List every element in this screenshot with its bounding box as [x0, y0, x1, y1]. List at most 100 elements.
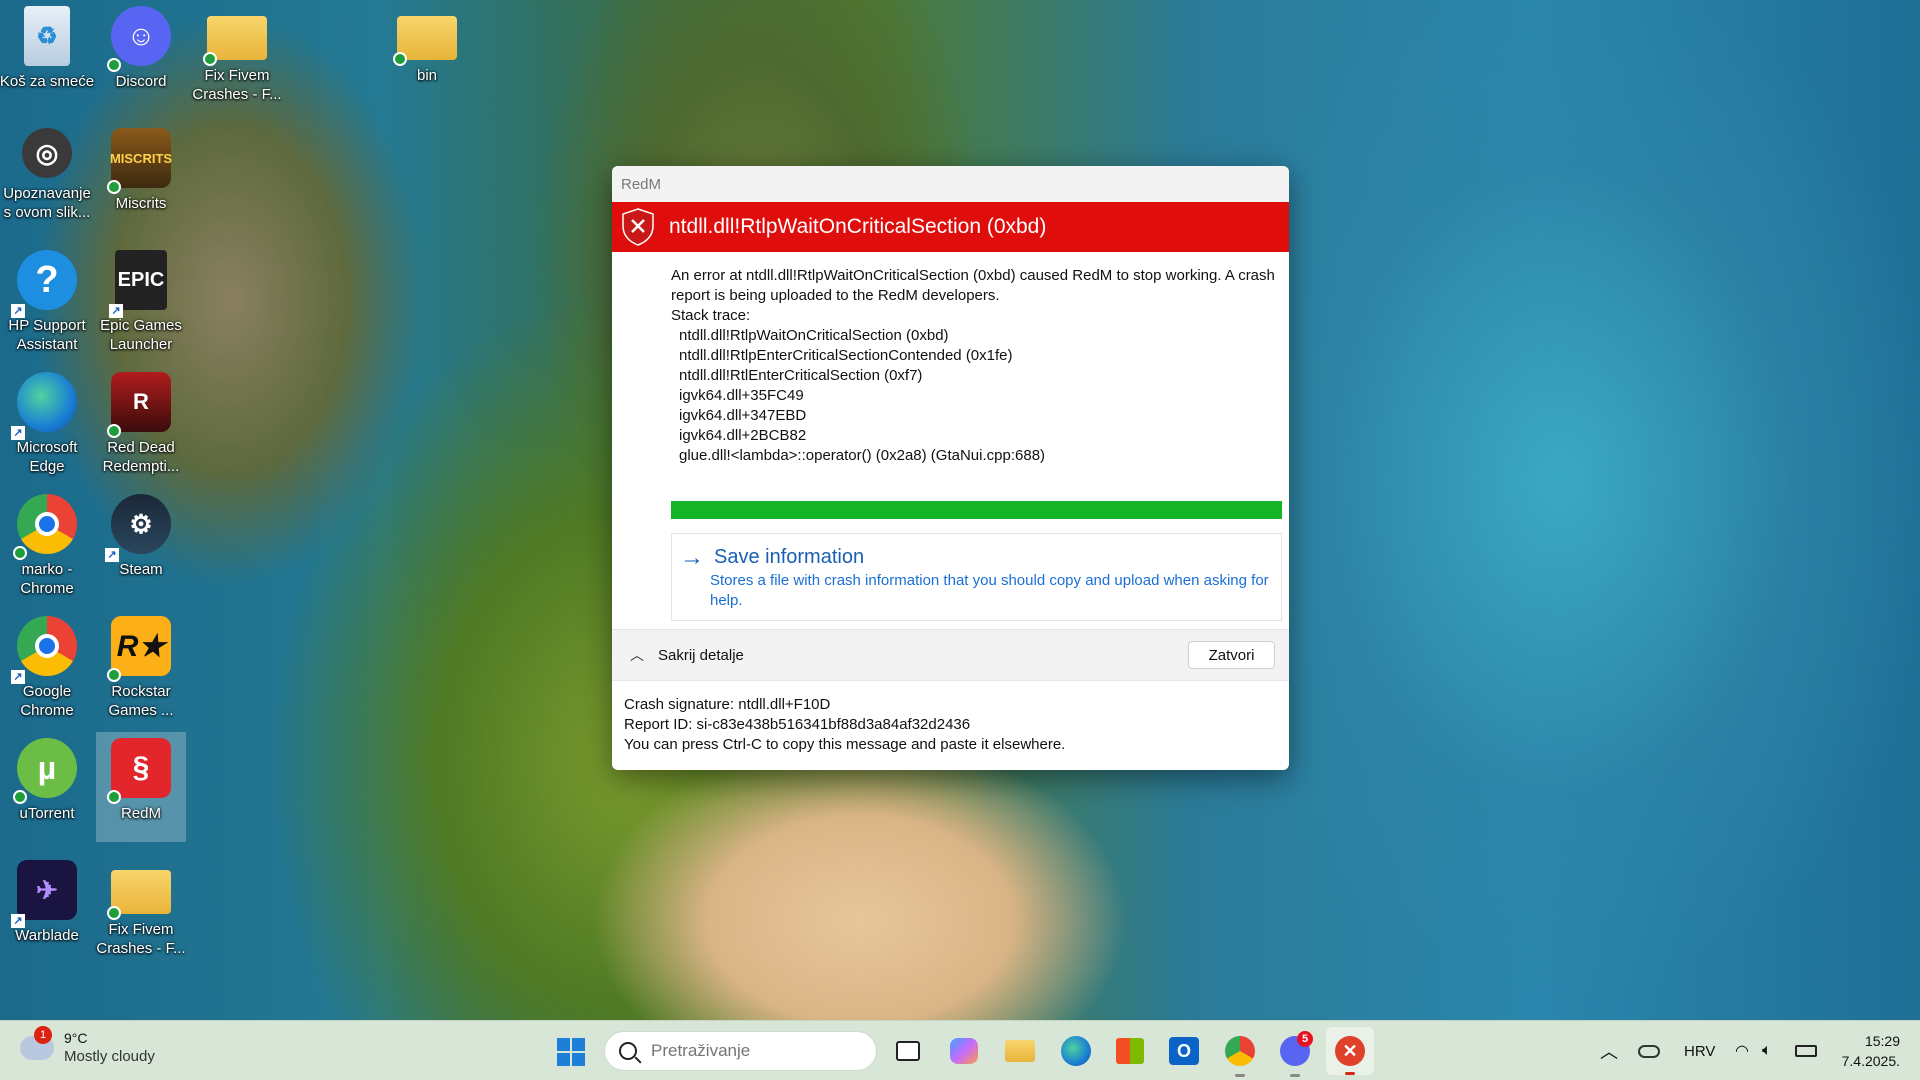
desktop-icon-label: Miscrits	[115, 195, 167, 212]
desktop-icon-label: Warblade	[15, 927, 79, 944]
redm-taskbar-button[interactable]: ✕	[1326, 1027, 1374, 1075]
start-button[interactable]	[557, 1038, 585, 1066]
redm-icon: ✕	[1335, 1036, 1365, 1066]
taskbar: 1 9°C Mostly cloudy O 5 ✕	[0, 1020, 1920, 1080]
desktop-icon-hp-support[interactable]: ? ↗ HP Support Assistant	[2, 244, 92, 354]
chrome-icon: ↗	[11, 616, 77, 684]
save-information-button[interactable]: → Save information Stores a file with cr…	[671, 533, 1282, 621]
desktop-icon-rockstar[interactable]: R★ Rockstar Games ...	[96, 610, 186, 720]
notification-badge: 5	[1297, 1031, 1313, 1047]
desktop-icon-bin[interactable]: bin	[382, 0, 472, 110]
task-view-icon	[896, 1041, 920, 1061]
save-desc-line: Stores a file with crash information tha…	[710, 572, 1269, 589]
recycle-bin-icon: ♻	[24, 6, 70, 66]
warblade-icon: ✈ ↗	[11, 860, 77, 928]
dialog-heading: ntdll.dll!RtlpWaitOnCriticalSection (0xb…	[669, 215, 1047, 238]
desktop-icon-photos-intro[interactable]: ◎ Upoznavanje s ovom slik...	[2, 122, 92, 232]
stack-frame: ntdll.dll!RtlpWaitOnCriticalSection (0xb…	[679, 327, 949, 344]
desktop-icon-label: Fix Fivem Crashes - F...	[96, 921, 186, 957]
taskbar-clock[interactable]: 15:29 7.4.2025.	[1842, 1031, 1900, 1071]
stack-trace: ntdll.dll!RtlpWaitOnCriticalSection (0xb…	[671, 326, 1279, 466]
desktop-icon-redm[interactable]: § RedM	[96, 732, 186, 842]
search-icon	[619, 1042, 637, 1060]
close-button[interactable]: Zatvori	[1188, 641, 1275, 669]
desktop-icon-label: Red Dead Redempti...	[102, 439, 180, 475]
stack-frame: igvk64.dll+347EBD	[679, 407, 807, 424]
desktop-icon-label: Epic Games Launcher	[100, 317, 182, 353]
desktop-icon-label: RedM	[120, 805, 161, 822]
weather-widget[interactable]: 1 9°C Mostly cloudy	[20, 1025, 155, 1066]
arrow-right-icon: →	[680, 543, 704, 571]
dialog-titlebar[interactable]: RedM	[612, 166, 1289, 202]
clock-date: 7.4.2025.	[1841, 1053, 1900, 1069]
desktop-icon-warblade[interactable]: ✈ ↗ Warblade	[2, 854, 92, 964]
windows-logo-pane	[557, 1053, 570, 1066]
desktop-icon-label: Rockstar Games ...	[108, 683, 174, 719]
chevron-up-icon: ︿	[1600, 1042, 1618, 1062]
desktop-icon-utorrent[interactable]: µ uTorrent	[2, 732, 92, 842]
desktop-icon-label: Microsoft Edge	[16, 439, 78, 475]
stack-frame: ntdll.dll!RtlEnterCriticalSection (0xf7)	[679, 367, 923, 384]
dialog-header: ntdll.dll!RtlpWaitOnCriticalSection (0xb…	[612, 202, 1289, 252]
store-button[interactable]	[1110, 1031, 1150, 1071]
running-indicator	[1345, 1072, 1355, 1075]
copilot-button[interactable]	[944, 1031, 984, 1071]
help-icon: ? ↗	[11, 250, 77, 318]
desktop-icon-label: Discord	[115, 73, 167, 90]
shield-error-icon	[622, 208, 654, 246]
stack-frame: ntdll.dll!RtlpEnterCriticalSectionConten…	[679, 347, 1013, 364]
desktop-icon-label: uTorrent	[19, 805, 75, 822]
desktop-icon-label: bin	[416, 67, 438, 84]
dialog-window-title: RedM	[621, 175, 662, 193]
search-input[interactable]	[651, 1041, 851, 1061]
desktop-icon-epic-games[interactable]: EPIC ↗ Epic Games Launcher	[96, 244, 186, 354]
copy-hint: You can press Ctrl-C to copy this messag…	[624, 736, 1066, 753]
desktop-icon-discord[interactable]: ☺ Discord	[96, 0, 186, 110]
folder-icon	[1005, 1040, 1035, 1062]
edge-button[interactable]	[1056, 1031, 1096, 1071]
stack-frame: igvk64.dll+2BCB82	[679, 427, 807, 444]
desktop-icon-marko-chrome[interactable]: marko - Chrome	[2, 488, 92, 598]
weather-description: Mostly cloudy	[64, 1048, 155, 1065]
outlook-button[interactable]: O	[1164, 1031, 1204, 1071]
windows-logo-pane	[572, 1053, 585, 1066]
desktop-icon-steam[interactable]: ⚙ ↗ Steam	[96, 488, 186, 598]
rockstar-icon: R★	[107, 616, 171, 682]
store-icon	[1116, 1038, 1144, 1064]
desktop-icon-edge[interactable]: ↗ Microsoft Edge	[2, 366, 92, 476]
desktop-icon-label: Google Chrome	[20, 683, 74, 719]
onedrive-tray-icon[interactable]	[1638, 1021, 1660, 1080]
file-explorer-button[interactable]	[1000, 1031, 1040, 1071]
language-indicator[interactable]: HRV	[1684, 1021, 1715, 1080]
network-icon[interactable]: ◠	[1735, 1021, 1749, 1080]
discord-button[interactable]: 5	[1275, 1031, 1315, 1077]
chrome-button[interactable]	[1220, 1031, 1260, 1077]
desktop-icon-miscrits[interactable]: MISCRITS Miscrits	[96, 122, 186, 232]
save-information-title: Save information	[714, 546, 865, 568]
taskbar-search[interactable]	[604, 1031, 877, 1071]
utorrent-icon: µ	[13, 738, 77, 804]
error-message-line: An error at ntdll.dll!RtlpWaitOnCritical…	[671, 267, 1275, 284]
cloud-icon: 1	[20, 1025, 54, 1060]
desktop-icon-fix-fivem[interactable]: Fix Fivem Crashes - F...	[192, 0, 282, 110]
windows-logo-pane	[557, 1038, 570, 1051]
desktop-icon-red-dead[interactable]: R Red Dead Redempti...	[96, 366, 186, 476]
dialog-footer: ︿ Sakrij detalje Zatvori	[612, 629, 1289, 681]
desktop-icon-recycle-bin[interactable]: ♻ Koš za smeće	[0, 0, 94, 110]
desktop-icon-google-chrome[interactable]: ↗ Google Chrome	[2, 610, 92, 720]
save-information-description: Stores a file with crash information tha…	[710, 571, 1271, 611]
error-message-line: report is being uploaded to the RedM dev…	[671, 287, 1000, 304]
upload-progress-bar	[671, 501, 1282, 519]
volume-icon[interactable]: 🔈︎	[1762, 1021, 1772, 1080]
show-hidden-icons-button[interactable]: ︿	[1600, 1021, 1618, 1080]
upload-progress-fill	[671, 501, 1282, 519]
battery-icon[interactable]	[1795, 1021, 1817, 1080]
desktop-icon-label: Steam	[119, 561, 163, 578]
desktop-icon-fix-fivem-2[interactable]: Fix Fivem Crashes - F...	[96, 854, 186, 964]
desktop-icon-label: Fix Fivem Crashes - F...	[192, 67, 282, 103]
toggle-details-button[interactable]: Sakrij detalje	[658, 647, 1188, 664]
edge-icon: ↗	[11, 372, 77, 440]
edge-icon	[1061, 1036, 1091, 1066]
chevron-up-icon[interactable]: ︿	[630, 645, 644, 665]
task-view-button[interactable]	[888, 1031, 928, 1071]
